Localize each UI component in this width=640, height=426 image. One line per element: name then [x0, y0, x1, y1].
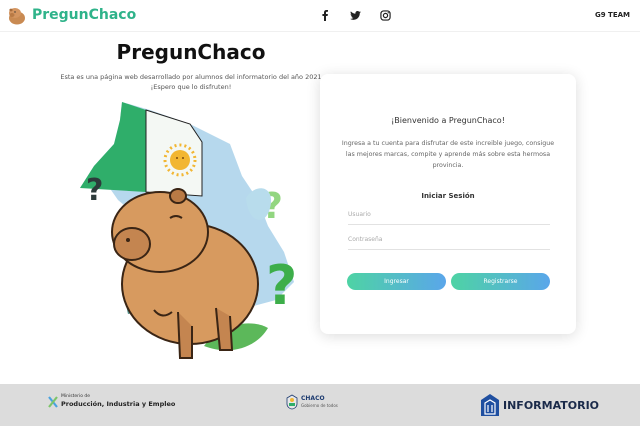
informatorio-building-icon [481, 394, 499, 416]
hero-subtitle-line1: Esta es una página web desarrollado por … [60, 73, 322, 81]
capybara-logo-icon [9, 8, 25, 25]
login-button[interactable]: Ingresar [347, 273, 446, 290]
team-label: G9 TEAM [595, 11, 630, 19]
top-navbar: PregunChaco G9 TEAM [0, 0, 640, 32]
question-mark-dark-icon: ? [86, 173, 103, 208]
hero-subtitle-line2: ¡Espero que lo disfruten! [150, 83, 232, 91]
card-title: ¡Bienvenido a PregunChaco! [391, 116, 505, 125]
social-links [318, 8, 392, 22]
chaco-government-logo: CHACO Gobierno de todos [286, 394, 338, 410]
footer: Ministerio de Producción, Industria y Em… [0, 384, 640, 426]
question-mark-green-big-icon: ? [266, 254, 297, 317]
ministry-name: Producción, Industria y Empleo [61, 400, 176, 408]
login-heading: Iniciar Sesión [421, 192, 475, 200]
facebook-icon[interactable] [318, 8, 332, 22]
card-description: Ingresa a tu cuenta para disfrutar de es… [341, 140, 555, 169]
ministry-x-icon [48, 395, 58, 408]
twitter-icon[interactable] [348, 8, 362, 22]
brand[interactable]: PregunChaco [6, 4, 136, 26]
chaco-seal-icon [286, 394, 298, 410]
chaco-name: CHACO [301, 395, 325, 402]
register-button[interactable]: Registrarse [451, 273, 550, 290]
password-input[interactable] [348, 230, 550, 250]
username-input[interactable] [348, 205, 550, 225]
capybara-chaco-illustration: ? ? ? [80, 102, 297, 359]
login-card: ¡Bienvenido a PregunChaco! Ingresa a tu … [320, 74, 576, 334]
informatorio-logo: INFORMATORIO [480, 393, 599, 417]
brand-name: PregunChaco [32, 7, 137, 23]
ministry-logo: Ministerio de Producción, Industria y Em… [48, 394, 175, 409]
informatorio-name: INFORMATORIO [503, 398, 600, 412]
chaco-tagline: Gobierno de todos [301, 403, 338, 408]
hero-title: PregunChaco [116, 40, 266, 64]
instagram-icon[interactable] [378, 8, 392, 22]
hero-subtitle: Esta es una página web desarrollado por … [60, 72, 322, 92]
